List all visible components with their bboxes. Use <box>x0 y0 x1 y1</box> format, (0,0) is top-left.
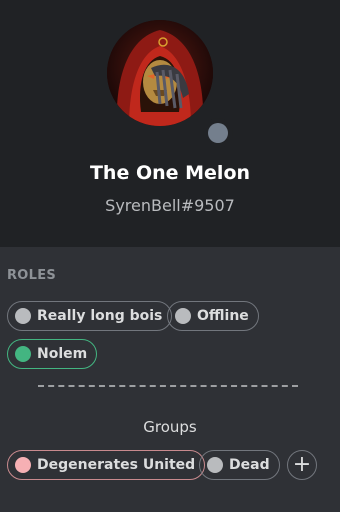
role-pill-offline[interactable]: Offline <box>167 301 259 331</box>
groups-title: Groups <box>143 418 197 436</box>
display-name: The One Melon <box>89 162 251 184</box>
group-label: Dead <box>229 457 270 473</box>
section-divider <box>38 385 298 387</box>
group-pill-degenerates-united[interactable]: Degenerates United <box>7 450 206 480</box>
role-color-dot <box>175 308 191 324</box>
role-pill-nolem[interactable]: Nolem <box>7 339 98 369</box>
role-pill-really-long-bois[interactable]: Really long bois <box>7 301 173 331</box>
avatar[interactable] <box>107 20 213 126</box>
roles-title: ROLES <box>7 268 57 283</box>
status-indicator <box>203 118 233 148</box>
group-pill-dead[interactable]: Dead <box>199 450 280 480</box>
user-tag[interactable]: SyrenBell#9507 <box>0 196 340 215</box>
role-color-dot <box>15 308 31 324</box>
profile-header: The One Melon SyrenBell#9507 <box>0 0 340 247</box>
group-color-dot <box>15 457 31 473</box>
role-color-dot <box>15 346 31 362</box>
role-label: Really long bois <box>37 308 163 324</box>
group-color-dot <box>207 457 223 473</box>
avatar-container[interactable] <box>107 20 233 148</box>
group-label: Degenerates United <box>37 457 196 473</box>
role-label: Offline <box>197 308 249 324</box>
hooded-mask-avatar-icon <box>107 20 213 126</box>
add-group-button[interactable]: + <box>287 450 317 480</box>
role-label: Nolem <box>37 346 88 362</box>
